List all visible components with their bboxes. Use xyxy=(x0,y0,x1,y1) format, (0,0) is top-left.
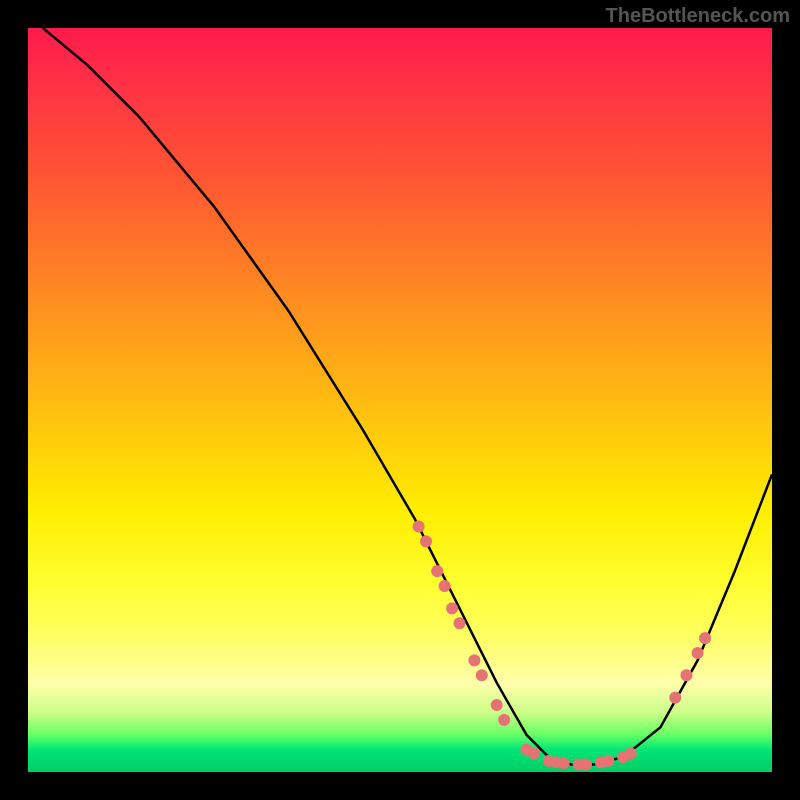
data-marker xyxy=(692,647,704,659)
data-marker xyxy=(528,747,540,759)
data-marker xyxy=(580,759,592,771)
chart-svg xyxy=(28,28,772,772)
data-marker xyxy=(413,520,425,532)
data-marker xyxy=(454,617,466,629)
data-marker xyxy=(669,692,681,704)
data-marker xyxy=(498,714,510,726)
data-markers xyxy=(413,520,711,770)
data-marker xyxy=(431,565,443,577)
curve-line xyxy=(43,28,772,765)
data-marker xyxy=(476,669,488,681)
data-marker xyxy=(680,669,692,681)
chart-container: TheBottleneck.com xyxy=(0,0,800,800)
watermark-text: TheBottleneck.com xyxy=(606,5,790,28)
data-marker xyxy=(468,654,480,666)
data-marker xyxy=(602,755,614,767)
data-marker xyxy=(491,699,503,711)
data-marker xyxy=(625,747,637,759)
data-marker xyxy=(699,632,711,644)
data-marker xyxy=(439,580,451,592)
data-marker xyxy=(420,535,432,547)
data-marker xyxy=(446,602,458,614)
plot-area xyxy=(28,28,772,772)
data-marker xyxy=(558,757,570,769)
